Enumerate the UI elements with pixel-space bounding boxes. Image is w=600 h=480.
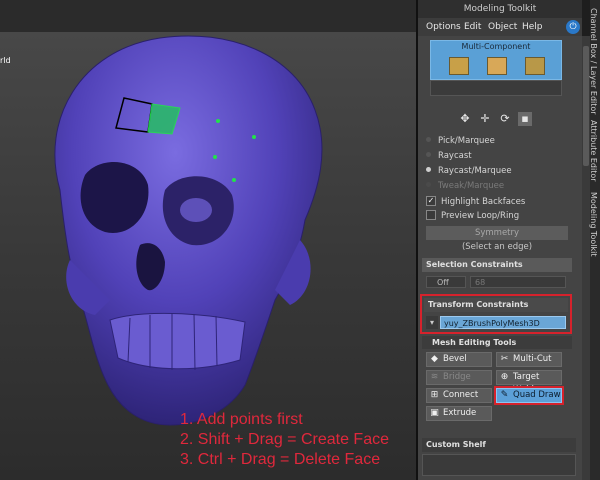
tab-label: Attribute Editor — [589, 120, 598, 182]
transform-tool-icons: ✥ ✛ ⟳ ▪ — [456, 112, 540, 130]
checkbox-checked-icon: ✓ — [426, 195, 436, 206]
menu-edit[interactable]: Edit — [464, 18, 481, 36]
menu-options[interactable]: Options — [426, 18, 461, 36]
side-tabs: Channel Box / Layer Editor Attribute Edi… — [589, 0, 600, 480]
instruction-line: 1. Add points first — [180, 411, 303, 428]
radio-icon — [426, 152, 431, 157]
symmetry-button[interactable]: Symmetry — [426, 226, 568, 240]
menu-help[interactable]: Help — [522, 18, 543, 36]
radio-pick-marquee[interactable]: Pick/Marquee — [426, 134, 495, 148]
checkbox-label: Preview Loop/Ring — [441, 211, 520, 221]
transform-constraints-header[interactable]: Transform Constraints — [424, 298, 568, 312]
custom-shelf-header[interactable]: Custom Shelf — [422, 438, 576, 452]
menu-bar: Options Edit Object Help ⏻ — [418, 18, 582, 36]
tab-label: Channel Box / Layer Editor — [589, 8, 598, 115]
radio-raycast[interactable]: Raycast — [426, 149, 472, 163]
mesh-editing-tools-header[interactable]: Mesh Editing Tools — [422, 336, 572, 349]
panel-title: Modeling Toolkit — [418, 0, 582, 18]
connect-icon: ⊞ — [430, 390, 439, 400]
component-options-bar[interactable] — [430, 80, 562, 96]
checkbox-label: Highlight Backfaces — [441, 197, 526, 207]
constraint-value-field[interactable]: 68 — [470, 276, 566, 288]
multi-component-label: Multi-Component — [461, 42, 531, 51]
instructions-overlay: 1. Add points first 2. Shift + Drag = Cr… — [180, 410, 389, 470]
chevron-down-icon[interactable]: ▾ — [426, 316, 438, 329]
radio-label: Pick/Marquee — [438, 136, 495, 146]
button-label: Extrude — [443, 408, 477, 418]
menu-object[interactable]: Object — [488, 18, 517, 36]
checkbox-preview-loop-ring[interactable]: Preview Loop/Ring — [426, 209, 519, 223]
instruction-line: 2. Shift + Drag = Create Face — [180, 431, 389, 448]
scale-icon[interactable]: ⟳ — [498, 112, 512, 126]
button-label: Bevel — [443, 354, 467, 364]
radio-label: Tweak/Marquee — [438, 181, 505, 191]
uv-mode-icon[interactable] — [525, 57, 545, 75]
tab-label: Modeling Toolkit — [589, 192, 598, 257]
constraint-mode-dropdown[interactable]: Off — [426, 276, 466, 288]
skull-mesh[interactable] — [0, 0, 416, 480]
rotate-icon[interactable]: ✛ — [478, 112, 492, 126]
radio-icon — [426, 167, 431, 172]
bevel-icon: ◆ — [431, 354, 438, 364]
radio-label: Raycast — [438, 151, 472, 161]
radio-tweak-marquee: Tweak/Marquee — [426, 179, 504, 193]
custom-shelf-area[interactable] — [422, 454, 576, 476]
multi-cut-icon: ✂ — [500, 354, 509, 364]
quad-draw-button[interactable]: ✎ Quad Draw — [496, 388, 562, 403]
radio-label: Raycast/Marquee — [438, 166, 512, 176]
target-weld-button[interactable]: ⊕Target Weld — [496, 370, 562, 395]
bridge-icon: ≋ — [430, 372, 439, 382]
radio-icon — [426, 182, 431, 187]
3d-viewport[interactable]: rld 1. Add points first 2. Shift + Drag … — [0, 0, 416, 480]
checkbox-icon — [426, 209, 436, 220]
move-icon[interactable]: ✥ — [458, 112, 472, 126]
button-label: Multi-Cut — [513, 354, 552, 364]
vertex-mode-icon[interactable] — [449, 57, 469, 75]
quad-draw-icon: ✎ — [500, 390, 509, 400]
selection-constraints-header[interactable]: Selection Constraints — [422, 258, 572, 272]
connect-button[interactable]: ⊞ Connect — [426, 388, 492, 403]
button-label: Bridge — [443, 372, 471, 382]
radio-raycast-marquee[interactable]: Raycast/Marquee — [426, 164, 512, 178]
checkbox-highlight-backfaces[interactable]: ✓ Highlight Backfaces — [426, 195, 525, 209]
radio-icon — [426, 137, 431, 142]
snap-icon[interactable]: ▪ — [518, 112, 532, 126]
constraint-mesh-field[interactable]: yuy_ZBrushPolyMesh3D — [440, 316, 566, 329]
instruction-line: 3. Ctrl + Drag = Delete Face — [180, 451, 381, 468]
extrude-icon: ▣ — [430, 408, 439, 418]
mesh-editing-tools-label: Mesh Editing Tools — [432, 338, 517, 347]
modeling-toolkit-panel: Modeling Toolkit Options Edit Object Hel… — [418, 0, 582, 480]
target-weld-icon: ⊕ — [500, 372, 509, 382]
multi-component-selector[interactable]: Multi-Component — [430, 40, 562, 80]
extrude-button[interactable]: ▣ Extrude — [426, 406, 492, 421]
power-icon[interactable]: ⏻ — [566, 20, 580, 34]
multi-cut-button[interactable]: ✂ Multi-Cut — [496, 352, 562, 367]
face-mode-icon[interactable] — [487, 57, 507, 75]
bevel-button[interactable]: ◆ Bevel — [426, 352, 492, 367]
select-edge-hint: (Select an edge) — [461, 242, 533, 252]
selection-constraints-row: Off 68 — [426, 276, 568, 290]
button-label: Connect — [443, 390, 479, 400]
button-label: Quad Draw — [513, 390, 561, 400]
bridge-button: ≋ Bridge — [426, 370, 492, 385]
